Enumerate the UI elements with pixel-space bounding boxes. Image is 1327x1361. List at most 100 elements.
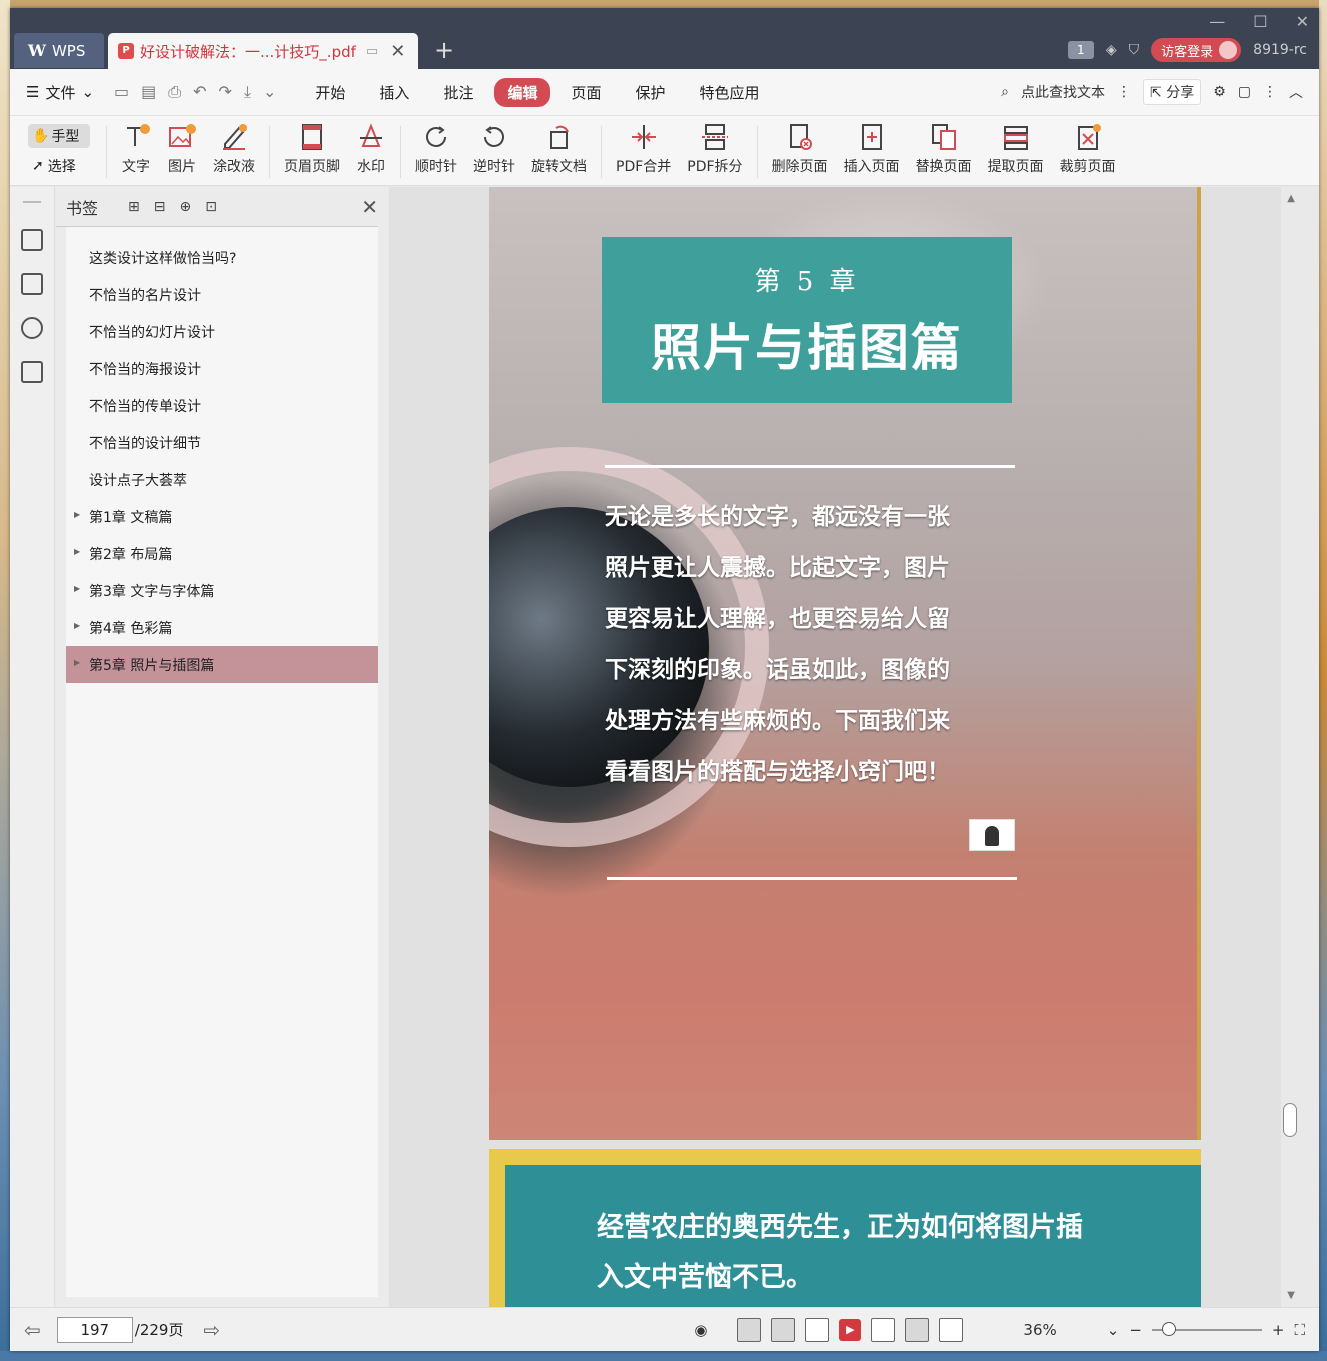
zoom-slider[interactable] bbox=[1151, 1322, 1262, 1336]
single-page-view-icon[interactable] bbox=[771, 1318, 796, 1342]
page-number-input[interactable]: 197 bbox=[56, 1316, 133, 1343]
collapse-ribbon-icon[interactable]: ︿ bbox=[1289, 82, 1303, 102]
eye-protection-icon[interactable]: ◉ bbox=[694, 1321, 707, 1339]
next-page-icon[interactable]: ⇨ bbox=[203, 1318, 220, 1342]
wps-home-tab[interactable]: W WPS bbox=[14, 33, 104, 68]
tab-comment[interactable]: 批注 bbox=[430, 78, 486, 107]
tab-insert[interactable]: 插入 bbox=[366, 78, 422, 107]
monitor-icon[interactable]: ▭ bbox=[366, 44, 378, 59]
annotation-icon[interactable] bbox=[21, 317, 43, 339]
drag-handle[interactable] bbox=[23, 201, 41, 203]
more-options-icon[interactable]: ⋮ bbox=[1263, 84, 1277, 100]
document-tab[interactable]: P 好设计破解法：一...计技巧_.pdf ▭ ✕ bbox=[108, 33, 418, 69]
print-icon[interactable]: ⎙ bbox=[168, 82, 181, 102]
expand-all-icon[interactable]: ⊞ bbox=[128, 199, 140, 215]
zoom-out-icon[interactable]: − bbox=[1129, 1321, 1142, 1339]
close-panel-icon[interactable]: ✕ bbox=[361, 195, 378, 219]
actual-size-icon[interactable] bbox=[871, 1318, 896, 1342]
gear-icon[interactable]: ⚙ bbox=[1213, 84, 1226, 100]
redo-icon[interactable]: ↷ bbox=[219, 82, 232, 102]
zoom-level[interactable]: 36% bbox=[1023, 1321, 1056, 1339]
bookmark-item[interactable]: 不恰当的名片设计 bbox=[66, 276, 378, 313]
expand-arrow-icon[interactable]: ▶ bbox=[74, 547, 80, 556]
tab-start[interactable]: 开始 bbox=[302, 78, 358, 107]
fit-page-icon[interactable] bbox=[905, 1318, 930, 1342]
collapse-all-icon[interactable]: ⊟ bbox=[154, 199, 166, 215]
bookmark-item[interactable]: 不恰当的传单设计 bbox=[66, 387, 378, 424]
save-icon[interactable]: ▤ bbox=[141, 82, 156, 102]
double-page-view-icon[interactable] bbox=[805, 1318, 830, 1342]
previous-page-icon[interactable]: ⇦ bbox=[24, 1318, 41, 1342]
zoom-dropdown-icon[interactable]: ⌄ bbox=[1107, 1321, 1120, 1339]
window-count-badge[interactable]: 1 bbox=[1067, 41, 1094, 59]
delete-page-button[interactable]: 删除页面 bbox=[764, 116, 836, 176]
undo-icon[interactable]: ↶ bbox=[193, 82, 206, 102]
shirt-icon[interactable]: ⛉ bbox=[1129, 42, 1140, 58]
more-vertical-icon[interactable]: ⋮ bbox=[1117, 84, 1131, 100]
correction-fluid-button[interactable]: 涂改液 bbox=[205, 116, 263, 176]
more-dropdown-icon[interactable]: ⌄ bbox=[263, 82, 276, 102]
bookmark-item[interactable]: ▶ 第1章 文稿篇 bbox=[66, 498, 378, 535]
tab-protect[interactable]: 保护 bbox=[622, 78, 678, 107]
close-tab-icon[interactable]: ✕ bbox=[390, 41, 405, 62]
bookmark-item[interactable]: ▶ 第4章 色彩篇 bbox=[66, 609, 378, 646]
login-button[interactable]: 访客登录 bbox=[1151, 38, 1242, 62]
tab-edit[interactable]: 编辑 bbox=[494, 77, 551, 107]
search-icon[interactable]: ⌕ bbox=[1001, 84, 1009, 100]
minimize-icon[interactable]: — bbox=[1209, 12, 1225, 31]
bookmark-item[interactable]: 不恰当的海报设计 bbox=[66, 350, 378, 387]
open-folder-icon[interactable]: ▭ bbox=[114, 82, 129, 102]
document-viewer[interactable]: 第 5 章 照片与插图篇 无论是多长的文字，都远没有一张 照片更让人震撼。比起文… bbox=[389, 187, 1299, 1307]
bookmark-item[interactable]: ▶ 第2章 布局篇 bbox=[66, 535, 378, 572]
fit-width-icon[interactable] bbox=[939, 1318, 964, 1342]
tab-special[interactable]: 特色应用 bbox=[687, 78, 773, 107]
extract-page-button[interactable]: 提取页面 bbox=[980, 116, 1052, 176]
close-window-icon[interactable]: ✕ bbox=[1296, 12, 1309, 31]
share-button[interactable]: ⇱ 分享 bbox=[1143, 79, 1202, 105]
insert-page-button[interactable]: 插入页面 bbox=[836, 116, 908, 176]
rotate-document-button[interactable]: 旋转文档 bbox=[523, 116, 595, 176]
scroll-up-icon[interactable]: ▲ bbox=[1287, 193, 1295, 204]
zoom-in-icon[interactable]: + bbox=[1272, 1321, 1285, 1339]
comment-icon[interactable]: ▢ bbox=[1238, 84, 1251, 100]
bookmark-item[interactable]: 不恰当的幻灯片设计 bbox=[66, 313, 378, 350]
thumbnail-icon[interactable] bbox=[21, 273, 43, 295]
file-menu[interactable]: ☰ 文件 ⌄ bbox=[26, 82, 94, 103]
new-tab-button[interactable]: + bbox=[434, 36, 454, 64]
bookmark-item[interactable]: 这类设计这样做恰当吗? bbox=[66, 239, 378, 276]
bookmark-item[interactable]: ▶ 第5章 照片与插图篇 bbox=[66, 646, 378, 683]
replace-page-button[interactable]: 替换页面 bbox=[908, 116, 980, 176]
edit-text-button[interactable]: 文字 bbox=[113, 116, 159, 176]
find-text-input[interactable]: 点此查找文本 bbox=[1021, 82, 1105, 102]
expand-arrow-icon[interactable]: ▶ bbox=[74, 658, 80, 667]
edit-image-button[interactable]: 图片 bbox=[159, 116, 205, 176]
add-bookmark-icon[interactable]: ⊕ bbox=[179, 199, 191, 215]
bookmark-item[interactable]: 设计点子大荟萃 bbox=[66, 461, 378, 498]
signature-icon[interactable] bbox=[21, 361, 43, 383]
select-tool-button[interactable]: ➚ 选择 bbox=[28, 156, 100, 176]
bookmark-item[interactable]: 不恰当的设计细节 bbox=[66, 424, 378, 461]
rotate-clockwise-button[interactable]: 顺时针 bbox=[407, 116, 465, 176]
pdf-split-button[interactable]: PDF拆分 bbox=[679, 116, 750, 176]
scroll-down-icon[interactable]: ▼ bbox=[1287, 1290, 1295, 1301]
export-icon[interactable]: ⤓ bbox=[244, 82, 251, 102]
expand-arrow-icon[interactable]: ▶ bbox=[74, 621, 80, 630]
maximize-icon[interactable]: ☐ bbox=[1253, 12, 1267, 31]
skin-icon[interactable]: ◈ bbox=[1106, 42, 1117, 58]
pdf-merge-button[interactable]: PDF合并 bbox=[608, 116, 679, 176]
hand-tool-button[interactable]: ✋ 手型 bbox=[28, 124, 90, 148]
watermark-button[interactable]: 水印 bbox=[348, 116, 394, 176]
crop-page-button[interactable]: 裁剪页面 bbox=[1052, 116, 1124, 176]
zoom-slider-knob[interactable] bbox=[1161, 1322, 1176, 1336]
play-slideshow-icon[interactable]: ▶ bbox=[839, 1319, 862, 1341]
bookmark-list-icon[interactable] bbox=[21, 229, 43, 251]
vertical-scrollbar[interactable]: ▲ ▼ bbox=[1281, 187, 1299, 1307]
expand-arrow-icon[interactable]: ▶ bbox=[74, 510, 80, 519]
fullscreen-icon[interactable]: ⛶ bbox=[1294, 1321, 1305, 1339]
scrollbar-thumb[interactable] bbox=[1283, 1103, 1297, 1137]
continuous-view-icon[interactable] bbox=[737, 1318, 762, 1342]
bookmark-item[interactable]: ▶ 第3章 文字与字体篇 bbox=[66, 572, 378, 609]
bookmark-settings-icon[interactable]: ⊡ bbox=[205, 199, 217, 215]
expand-arrow-icon[interactable]: ▶ bbox=[74, 584, 80, 593]
rotate-counterclockwise-button[interactable]: 逆时针 bbox=[465, 116, 523, 176]
